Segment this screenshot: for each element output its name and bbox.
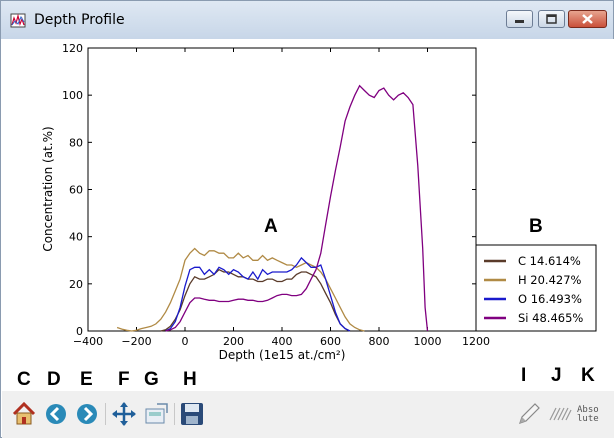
- annotation-d: D: [47, 369, 61, 390]
- x-tick-label: 200: [223, 335, 244, 348]
- annotation-b: B: [529, 216, 543, 237]
- absolute-label-line2: lute: [577, 414, 599, 424]
- depth-profile-chart: −400 −200 0 200 400 600 800 1000 120002040608010…: [41, 42, 597, 362]
- legend-label-h: H 20.427%: [518, 273, 582, 287]
- annotation-f: F: [118, 369, 130, 390]
- legend-label-c: C 14.614%: [518, 254, 581, 268]
- x-tick-label: 0: [182, 335, 189, 348]
- title-bar[interactable]: Depth Profile: [1, 1, 613, 39]
- back-button[interactable]: [42, 400, 70, 428]
- depth-profile-window: Depth Profile −400 −200 0 200 400 600 800 1000 1…: [0, 0, 614, 438]
- forward-button[interactable]: [73, 400, 101, 428]
- hatch-icon: [549, 407, 572, 421]
- plot-frame: [87, 47, 477, 332]
- maximize-button[interactable]: [538, 10, 565, 28]
- plot-canvas[interactable]: −400 −200 0 200 400 600 800 1000 1200 0 20 40 60 80 10…: [2, 39, 614, 391]
- edit-axes-button[interactable]: [515, 400, 543, 428]
- forward-icon: [77, 404, 97, 424]
- close-button[interactable]: [568, 10, 607, 28]
- minimize-icon: [515, 20, 524, 23]
- legend-label-si: Si 48.465%: [518, 311, 583, 325]
- hatch-button[interactable]: [546, 400, 574, 428]
- x-tick-label: −200: [121, 335, 151, 348]
- y-tick-label: 100: [62, 89, 83, 102]
- save-icon: [181, 403, 203, 425]
- y-tick-label: 0: [76, 325, 83, 338]
- x-tick-label: 1200: [462, 335, 490, 348]
- y-tick-label: 20: [69, 278, 83, 291]
- navigation-toolbar: [2, 391, 614, 438]
- legend: C 14.614% H 20.427% O 16.493% Si 48.465%: [475, 244, 597, 332]
- toolbar-separator: [105, 403, 106, 425]
- x-tick-label: 800: [369, 335, 390, 348]
- x-tick-label: 400: [272, 335, 293, 348]
- x-tick-label: 600: [320, 335, 341, 348]
- annotation-c: C: [17, 369, 31, 390]
- annotation-a: A: [264, 216, 278, 237]
- annotation-h: H: [183, 369, 197, 390]
- pan-button[interactable]: [110, 400, 138, 428]
- y-tick-label: 120: [62, 42, 83, 55]
- y-tick-label: 60: [69, 184, 83, 197]
- minimize-button[interactable]: [506, 10, 533, 28]
- legend-label-o: O 16.493%: [518, 292, 582, 306]
- absolute-toggle-button[interactable]: Abso lute: [577, 406, 599, 424]
- pencil-icon: [519, 403, 540, 424]
- annotation-i: I: [521, 365, 527, 386]
- configure-subplots-button[interactable]: [142, 400, 170, 428]
- home-icon: [12, 401, 36, 425]
- app-icon: [10, 13, 26, 28]
- toolbar-separator: [174, 403, 175, 425]
- back-icon: [46, 404, 66, 424]
- pan-icon: [112, 402, 136, 426]
- y-tick-label: 80: [69, 136, 83, 149]
- annotation-j: J: [551, 365, 562, 386]
- x-tick-label: 1000: [414, 335, 442, 348]
- subplots-icon: [145, 403, 168, 424]
- save-button[interactable]: [178, 400, 206, 428]
- annotation-e: E: [80, 369, 93, 390]
- annotation-g: G: [144, 369, 159, 390]
- annotation-k: K: [581, 365, 595, 386]
- close-icon: [582, 14, 593, 24]
- x-axis-label: Depth (1e15 at./cm²): [219, 348, 346, 362]
- maximize-icon: [546, 14, 557, 24]
- window-title: Depth Profile: [34, 12, 125, 28]
- home-button[interactable]: [10, 400, 38, 428]
- y-axis-label: Concentration (at.%): [41, 126, 55, 251]
- y-tick-label: 40: [69, 231, 83, 244]
